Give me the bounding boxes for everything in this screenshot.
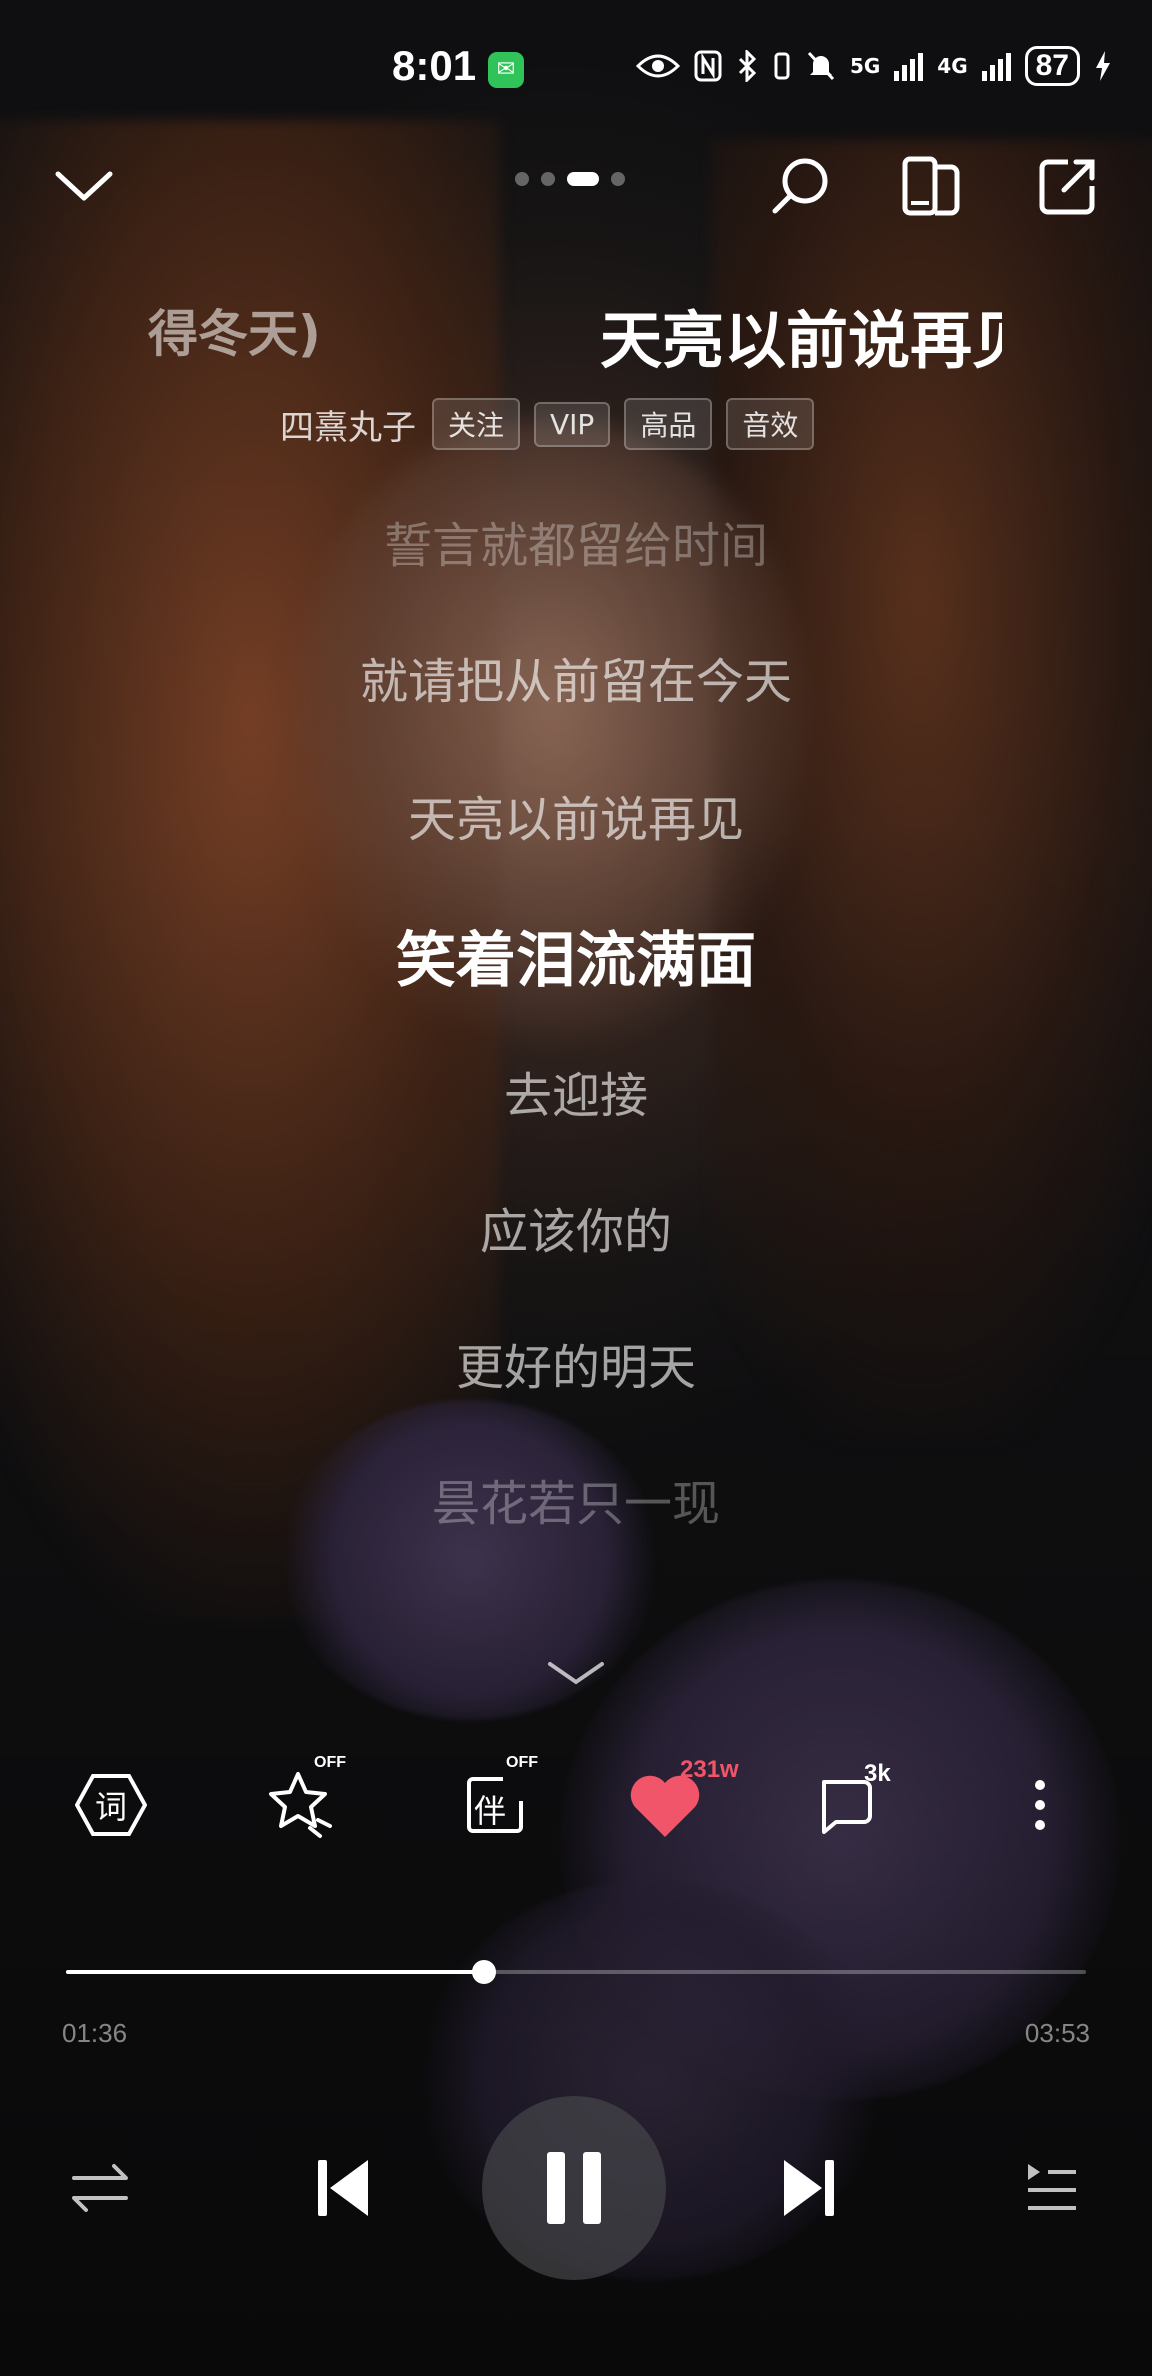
search-button[interactable]: [760, 146, 840, 226]
total-time: 03:53: [1024, 2018, 1090, 2048]
network-label-2: 4G: [937, 54, 968, 78]
charging-icon: [1096, 51, 1110, 81]
current-time: 01:36: [62, 2018, 128, 2048]
lyric-line-current[interactable]: 笑着泪流满面: [0, 912, 1152, 999]
play-mode-button[interactable]: [60, 2148, 140, 2228]
previous-track-button[interactable]: [298, 2140, 388, 2236]
search-icon: [772, 158, 828, 214]
song-title: 天亮以前说再见: [600, 304, 1002, 377]
chevron-down-icon: [548, 1662, 604, 1685]
collapse-player-button[interactable]: [44, 146, 124, 226]
share-button[interactable]: [1028, 146, 1108, 226]
seek-bar[interactable]: [66, 1960, 1086, 1984]
page-indicator: [515, 172, 625, 186]
page-dot: [541, 172, 555, 186]
nfc-icon: [694, 50, 722, 82]
status-bar: 8:01 ✉ 5G 4G 87: [0, 40, 1152, 100]
follow-button[interactable]: 关注: [432, 398, 521, 450]
pause-icon: [547, 2152, 601, 2224]
seek-bar-thumb[interactable]: [472, 1960, 497, 1984]
playlist-button[interactable]: [1012, 2148, 1092, 2228]
device-cast-button[interactable]: [892, 146, 972, 226]
chevron-down-icon: [55, 171, 113, 201]
comment-button[interactable]: 3k: [806, 1760, 896, 1850]
signal-icon-1: [894, 51, 924, 81]
lyric-line[interactable]: 去迎接: [0, 1056, 1152, 1126]
vip-badge[interactable]: VIP: [534, 401, 611, 447]
next-track-button[interactable]: [764, 2140, 854, 2236]
device-switch-icon: [902, 156, 960, 216]
collapse-lyrics-button[interactable]: [546, 1658, 606, 1692]
signal-icon-2: [981, 51, 1011, 81]
lyric-line[interactable]: 应该你的: [0, 1192, 1152, 1262]
page-dot: [515, 172, 529, 186]
song-title-carousel[interactable]: 得冬天) 天亮以前说再见: [0, 290, 1152, 377]
sound-effect-badge[interactable]: 音效: [726, 398, 815, 450]
pause-button[interactable]: [482, 2096, 666, 2280]
wechat-notification-icon: ✉: [488, 52, 524, 88]
lyric-line[interactable]: 天亮以前说再见: [0, 780, 1152, 850]
sound-effect-button[interactable]: OFF: [258, 1754, 348, 1850]
lyric-line[interactable]: 就请把从前留在今天: [0, 642, 1152, 712]
lyrics-icon-label: 词: [94, 1788, 127, 1826]
accompany-icon-label: 伴: [474, 1792, 507, 1830]
share-icon: [1039, 159, 1095, 215]
lyrics-mode-button[interactable]: 词: [66, 1760, 156, 1850]
eye-icon: [635, 54, 680, 78]
mute-bell-icon: [807, 51, 835, 81]
artist-name[interactable]: 四熹丸子: [280, 400, 416, 449]
previous-song-title[interactable]: 得冬天): [148, 294, 321, 366]
star-effect-icon: [269, 1772, 332, 1838]
like-button[interactable]: 231w: [620, 1756, 739, 1850]
page-dot-active: [567, 172, 599, 186]
skip-previous-icon: [318, 2160, 368, 2216]
vibrate-icon: [774, 52, 790, 80]
bluetooth-icon: [738, 50, 757, 82]
status-time: 8:01: [392, 42, 477, 89]
page-dot: [611, 172, 625, 186]
accompaniment-button[interactable]: 伴 OFF: [450, 1754, 540, 1850]
playlist-icon: [1028, 2164, 1076, 2210]
lyric-line[interactable]: 昙花若只一现: [0, 1464, 1152, 1534]
quality-badge[interactable]: 高品: [624, 398, 713, 450]
lyric-line[interactable]: 更好的明天: [0, 1328, 1152, 1398]
repeat-list-icon: [72, 2164, 128, 2212]
effect-off-label: OFF: [314, 1754, 346, 1771]
more-options-button[interactable]: [996, 1760, 1084, 1850]
accompany-off-label: OFF: [506, 1754, 538, 1771]
battery-level: 87: [1024, 46, 1080, 86]
skip-next-icon: [784, 2160, 834, 2216]
more-vertical-icon: [1035, 1780, 1045, 1830]
network-label-1: 5G: [849, 54, 881, 78]
lyric-line[interactable]: 誓言就都留给时间: [0, 506, 1152, 576]
seek-bar-fill: [66, 1970, 485, 1974]
artist-row: 四熹丸子 关注 VIP 高品 音效: [280, 398, 815, 450]
comment-count: 3k: [864, 1760, 891, 1787]
like-count: 231w: [680, 1756, 739, 1783]
